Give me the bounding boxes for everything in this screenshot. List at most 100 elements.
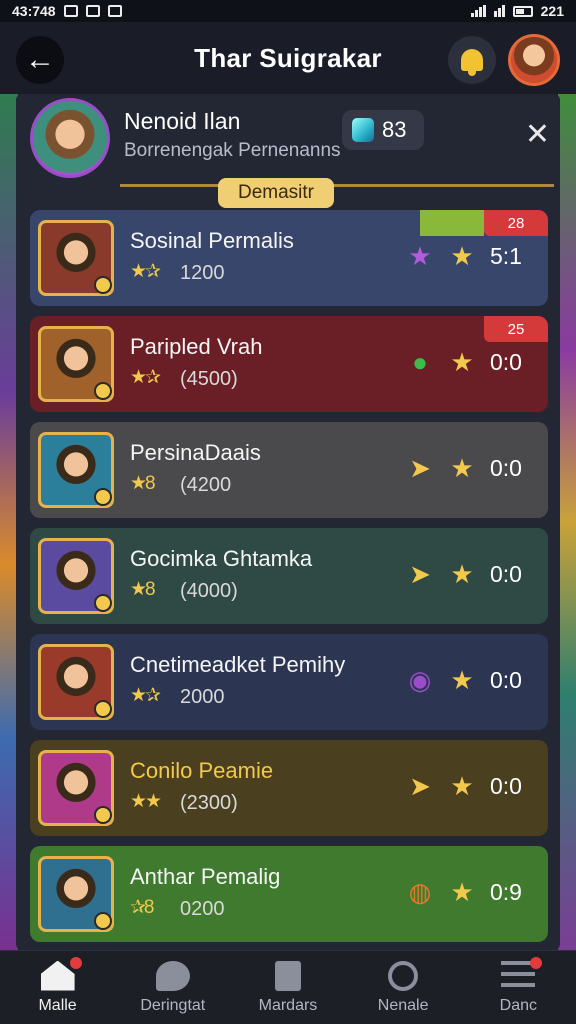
battery-icon bbox=[512, 5, 533, 17]
star-icon: ★ bbox=[450, 559, 474, 589]
player-row[interactable]: Conilo Peamie ★★ (2300) ➤ ★ 0:0 bbox=[30, 740, 548, 836]
notification-dot bbox=[530, 956, 543, 969]
row-stats: ➤ ★ 0:0 bbox=[406, 454, 522, 482]
nav-label: Malle bbox=[38, 996, 77, 1014]
player-points: 0200 bbox=[180, 898, 225, 920]
player-row[interactable]: Anthar Pemalig ✰8 0200 ◍ ★ 0:9 bbox=[30, 846, 548, 942]
row-stats: ◉ ★ 0:0 bbox=[406, 666, 522, 694]
rank-badge: 28 bbox=[484, 210, 548, 236]
gem-counter[interactable]: 83 bbox=[342, 110, 424, 150]
player-name: Cnetimeadket Pemihy bbox=[130, 652, 346, 677]
side-art-right bbox=[558, 90, 576, 954]
rating-stars: ★8 bbox=[130, 579, 156, 600]
level-badge-icon bbox=[94, 488, 112, 506]
player-score: 0:0 bbox=[490, 348, 522, 375]
rating-stars: ★8 bbox=[130, 473, 156, 494]
nav-item-home[interactable]: Malle bbox=[8, 956, 108, 1015]
row-stats: ★ ★ 5:1 bbox=[406, 242, 522, 270]
bonus-icon: ★ bbox=[408, 241, 432, 271]
bonus-icon: ◍ bbox=[408, 877, 432, 907]
nav-item-search[interactable]: Nenale bbox=[353, 960, 453, 1015]
bonus-icon: ◉ bbox=[408, 665, 432, 695]
star-icon: ★ bbox=[450, 241, 474, 271]
player-points: 2000 bbox=[180, 686, 225, 708]
rating-stars: ★✰ bbox=[130, 367, 161, 388]
player-points: (2300) bbox=[180, 792, 238, 814]
progress-bar bbox=[420, 210, 484, 236]
level-badge-icon bbox=[94, 276, 112, 294]
gem-icon bbox=[352, 118, 374, 142]
player-row[interactable]: Gocimka Ghtamka ★8 (4000) ➤ ★ 0:0 bbox=[30, 528, 548, 624]
user-avatar[interactable] bbox=[508, 34, 560, 86]
player-points: (4200 bbox=[180, 474, 232, 496]
player-score: 0:0 bbox=[490, 454, 522, 481]
notifications-button[interactable] bbox=[448, 36, 496, 84]
player-row[interactable]: 25 Paripled Vrah ★✰ (4500) ● ★ 0:0 bbox=[30, 316, 548, 412]
status-bar: 43:748 221 bbox=[0, 0, 576, 22]
star-icon: ★ bbox=[450, 347, 474, 377]
section-divider bbox=[120, 184, 554, 187]
chart-icon bbox=[85, 5, 100, 17]
rank-badge: 25 bbox=[484, 316, 548, 342]
row-stats: ● ★ 0:0 bbox=[406, 348, 522, 376]
nav-item-menu[interactable]: Danc bbox=[468, 956, 568, 1015]
notification-dot bbox=[69, 956, 82, 969]
level-badge-icon bbox=[94, 806, 112, 824]
bonus-icon: ➤ bbox=[409, 559, 431, 589]
row-stats: ◍ ★ 0:9 bbox=[406, 878, 522, 906]
arrow-left-icon: ← bbox=[25, 43, 55, 76]
player-score: 5:1 bbox=[490, 242, 522, 269]
status-time: 43:748 bbox=[12, 3, 56, 19]
star-icon: ★ bbox=[450, 453, 474, 483]
bonus-icon: ➤ bbox=[409, 453, 431, 483]
player-score: 0:0 bbox=[490, 560, 522, 587]
app-header: ← Thar Suigrakar bbox=[0, 22, 576, 94]
bottom-nav: Malle Deringtat Mardars Nenale Danc bbox=[0, 950, 576, 1024]
star-icon: ★ bbox=[450, 665, 474, 695]
chat-icon bbox=[155, 960, 190, 991]
player-score: 0:0 bbox=[490, 772, 522, 799]
row-stats: ➤ ★ 0:0 bbox=[406, 772, 522, 800]
row-stats: ➤ ★ 0:0 bbox=[406, 560, 522, 588]
player-points: (4500) bbox=[180, 368, 238, 390]
player-score: 0:0 bbox=[490, 666, 522, 693]
player-name: Gocimka Ghtamka bbox=[130, 546, 313, 571]
nav-item-chat[interactable]: Deringtat bbox=[123, 960, 223, 1015]
player-points: (4000) bbox=[180, 580, 238, 602]
nav-label: Danc bbox=[499, 996, 538, 1014]
page-title: Thar Suigrakar bbox=[194, 42, 382, 73]
player-row[interactable]: 28 Sosinal Permalis ★✰ 1200 ★ ★ 5:1 bbox=[30, 210, 548, 306]
nav-label: Mardars bbox=[258, 996, 318, 1014]
player-row[interactable]: PersinaDaais ★8 (4200 ➤ ★ 0:0 bbox=[30, 422, 548, 518]
close-button[interactable]: ✕ bbox=[525, 120, 550, 150]
section-tag[interactable]: Demasitr bbox=[218, 178, 334, 208]
player-points: 1200 bbox=[180, 262, 225, 284]
nav-item-doc[interactable]: Mardars bbox=[238, 960, 338, 1015]
leaderboard-panel: Nenoid Ilan Borrenengak Pernenanns 83 ✕ … bbox=[16, 94, 560, 950]
profile-avatar[interactable] bbox=[30, 98, 110, 178]
back-button[interactable]: ← bbox=[16, 36, 64, 84]
wifi-icon bbox=[493, 5, 505, 17]
player-score: 0:9 bbox=[490, 878, 522, 905]
bonus-icon: ➤ bbox=[409, 771, 431, 801]
star-icon: ★ bbox=[450, 771, 474, 801]
gem-count: 83 bbox=[382, 117, 407, 142]
profile-subtitle: Borrenengak Pernenanns bbox=[124, 140, 341, 161]
close-icon: ✕ bbox=[524, 118, 550, 151]
rating-stars: ★✰ bbox=[130, 261, 161, 282]
nav-label: Deringtat bbox=[140, 996, 206, 1014]
player-name: PersinaDaais bbox=[130, 440, 261, 465]
signal-icon bbox=[470, 5, 486, 17]
level-badge-icon bbox=[94, 912, 112, 930]
star-icon: ★ bbox=[450, 877, 474, 907]
level-badge-icon bbox=[94, 382, 112, 400]
search-icon bbox=[388, 960, 419, 991]
player-name: Anthar Pemalig bbox=[130, 864, 281, 889]
rating-stars: ★✰ bbox=[130, 685, 161, 706]
profile-name: Nenoid Ilan bbox=[124, 108, 241, 134]
level-badge-icon bbox=[94, 594, 112, 612]
rating-stars: ✰8 bbox=[130, 897, 154, 918]
doc-icon bbox=[274, 960, 301, 991]
status-right-time: 221 bbox=[540, 3, 564, 19]
player-row[interactable]: Cnetimeadket Pemihy ★✰ 2000 ◉ ★ 0:0 bbox=[30, 634, 548, 730]
